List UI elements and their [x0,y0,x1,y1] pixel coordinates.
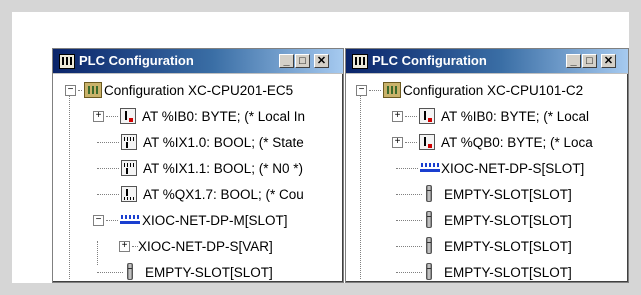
network-module-icon [120,213,140,227]
plc-configuration-window-1: PLC Configuration _ □ ✕ − Configuration … [52,48,344,283]
tree-node-ix1-0[interactable]: AT %IX1.0: BOOL; (* State [97,129,304,155]
plc-config-icon [59,54,75,69]
tree-node-dp-slave-var[interactable]: + XIOC-NET-DP-S[VAR] [119,233,273,259]
config-icon [84,82,102,98]
close-button[interactable]: ✕ [314,54,329,68]
empty-slot-icon [424,237,434,255]
tree-node-empty-slot[interactable]: EMPTY-SLOT[SLOT] [396,233,572,259]
tree-node-empty-slot[interactable]: EMPTY-SLOT[SLOT] [396,259,572,282]
input-byte-icon [419,108,435,124]
network-module-icon [420,161,440,175]
tree-node-ix1-1[interactable]: AT %IX1.1: BOOL; (* N0 *) [97,155,303,181]
tree-node-ib0[interactable]: + AT %IB0: BYTE; (* Local In [93,103,305,129]
maximize-button[interactable]: □ [582,54,597,68]
title-bar[interactable]: PLC Configuration _ □ ✕ [346,49,628,74]
title-bar[interactable]: PLC Configuration _ □ ✕ [53,49,343,74]
empty-slot-icon [424,263,434,281]
input-byte-icon [120,108,136,124]
expand-toggle[interactable]: + [392,136,403,148]
empty-slot-icon [424,185,434,203]
tree-node-ib0[interactable]: + AT %IB0: BYTE; (* Local [392,103,589,129]
tree-node-empty-slot[interactable]: EMPTY-SLOT[SLOT] [97,259,273,282]
collapse-toggle[interactable]: − [356,84,367,96]
collapse-toggle[interactable]: − [65,84,76,96]
plc-configuration-window-2: PLC Configuration _ □ ✕ − Configuration … [345,48,629,283]
minimize-button[interactable]: _ [279,54,294,68]
tree-node-empty-slot[interactable]: EMPTY-SLOT[SLOT] [396,207,572,233]
configuration-tree: − Configuration XC-CPU201-EC5 + AT %IB0:… [53,77,343,282]
config-icon [383,82,401,98]
output-byte-icon [419,134,435,150]
output-bit-icon [121,186,137,202]
window-title: PLC Configuration [79,53,194,68]
tree-node-dp-master[interactable]: − XIOC-NET-DP-M[SLOT] [93,207,288,233]
input-bit-icon [121,134,137,150]
window-title: PLC Configuration [372,53,487,68]
configuration-tree: − Configuration XC-CPU101-C2 + AT %IB0: … [346,77,628,282]
tree-node-configuration[interactable]: − Configuration XC-CPU201-EC5 [65,77,293,103]
plc-config-icon [352,54,368,69]
expand-toggle[interactable]: + [392,110,403,122]
empty-slot-icon [424,211,434,229]
expand-toggle[interactable]: + [119,240,130,252]
tree-node-dp-slave[interactable]: XIOC-NET-DP-S[SLOT] [396,155,584,181]
empty-slot-icon [125,263,135,281]
input-bit-icon [121,160,137,176]
maximize-button[interactable]: □ [295,54,310,68]
tree-node-empty-slot[interactable]: EMPTY-SLOT[SLOT] [396,181,572,207]
tree-node-configuration[interactable]: − Configuration XC-CPU101-C2 [356,77,583,103]
expand-toggle[interactable]: + [93,110,104,122]
minimize-button[interactable]: _ [566,54,581,68]
tree-node-qb0[interactable]: + AT %QB0: BYTE; (* Loca [392,129,593,155]
collapse-toggle[interactable]: − [93,214,104,226]
tree-node-qx1-7[interactable]: AT %QX1.7: BOOL; (* Cou [97,181,304,207]
close-button[interactable]: ✕ [601,54,616,68]
figure-panel: PLC Configuration _ □ ✕ − Configuration … [12,12,629,283]
